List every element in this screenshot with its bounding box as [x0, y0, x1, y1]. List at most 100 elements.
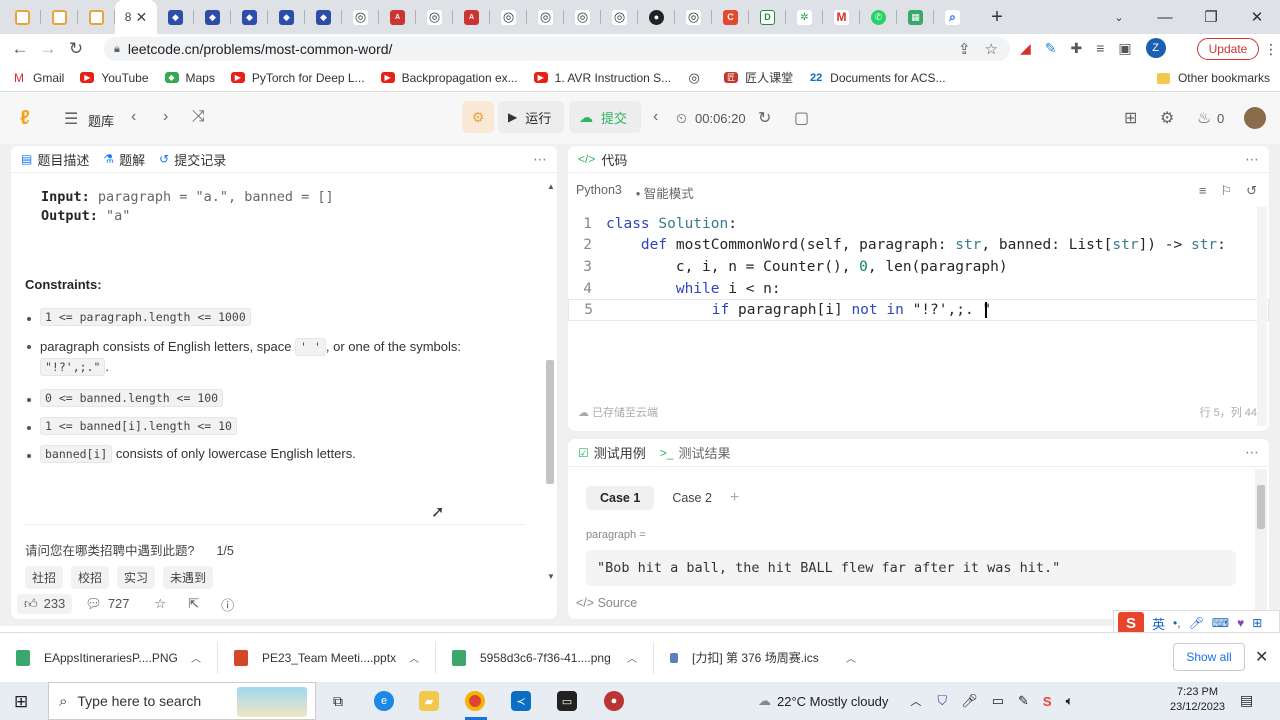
reset-code-icon[interactable]: ↺ — [1246, 183, 1257, 199]
microphone-icon[interactable]: 🎤︎ — [1189, 616, 1204, 630]
extension-icon[interactable]: ✎ — [1045, 40, 1057, 57]
tray-chevron-icon[interactable]: ︿ — [910, 693, 921, 709]
weather-text[interactable]: 22°C Mostly cloudy — [777, 694, 888, 709]
system-clock[interactable]: 7:23 PM 23/12/2023 — [1170, 685, 1225, 715]
layout-grid-icon[interactable]: ⊞ — [1124, 108, 1137, 128]
bookmark-maps[interactable]: ◆ Maps — [164, 71, 215, 85]
browser-tab[interactable]: M — [823, 0, 860, 34]
browser-tab[interactable]: ✲ — [786, 0, 823, 34]
app-icon[interactable]: ● — [604, 691, 624, 711]
maximize-icon[interactable]: ❐ — [1188, 0, 1234, 34]
close-downloads-icon[interactable]: ✕ — [1255, 647, 1268, 667]
punctuation-icon[interactable]: •, — [1173, 616, 1181, 630]
tab-results[interactable]: >_ 测试结果 — [660, 443, 731, 462]
more-options-icon[interactable]: ⋯ — [1245, 151, 1259, 168]
tab-description[interactable]: ▤ 题目描述 — [21, 150, 89, 169]
network-icon[interactable]: ▭ — [992, 693, 1004, 709]
volume-icon[interactable]: 🔈︎ — [1066, 693, 1074, 709]
bookmark-star-icon[interactable]: ☆ — [985, 40, 998, 58]
scrollbar-thumb[interactable] — [1257, 485, 1265, 529]
sogou-tray-icon[interactable]: S — [1043, 694, 1052, 709]
browser-tab[interactable]: ⌕ — [934, 0, 971, 34]
tab-solutions[interactable]: ⚗ 题解 — [103, 150, 145, 169]
file-explorer-icon[interactable]: ▰ — [419, 691, 439, 711]
microphone-icon[interactable]: 🎤︎ — [961, 693, 978, 709]
browser-tab[interactable] — [41, 0, 78, 34]
new-tab-button[interactable]: + — [985, 6, 1009, 29]
star-icon[interactable]: ☆ — [155, 596, 167, 612]
help-icon[interactable]: ⓘ — [221, 595, 234, 614]
problem-list-link[interactable]: 题库 — [88, 111, 114, 130]
tab-testcases[interactable]: ☑ 测试用例 — [578, 443, 646, 462]
browser-tab[interactable] — [78, 0, 115, 34]
browser-tab[interactable]: A — [379, 0, 416, 34]
source-toggle[interactable]: </> Source — [576, 596, 637, 610]
browser-tab[interactable]: ◎ — [601, 0, 638, 34]
sogou-logo-icon[interactable]: S — [1118, 612, 1144, 634]
language-select[interactable]: Python3 — [576, 183, 622, 202]
scrollbar[interactable]: ▲ ▼ — [545, 182, 555, 614]
browser-tab[interactable]: D — [749, 0, 786, 34]
leetcode-logo-icon[interactable]: ℓ — [20, 107, 30, 130]
comments-button[interactable]: 💬︎ 727 — [78, 594, 136, 614]
windows-start-icon[interactable]: ⊞ — [14, 692, 28, 712]
like-button[interactable]: 👍︎ 233 — [17, 594, 73, 614]
acrobat-extension-icon[interactable]: ◢ — [1020, 40, 1031, 57]
chevron-up-icon[interactable]: ︿ — [627, 650, 637, 665]
terminal-icon[interactable]: ▭ — [557, 691, 577, 711]
scrollbar-thumb[interactable] — [546, 360, 554, 484]
shuffle-icon[interactable]: ⤨ — [192, 108, 205, 126]
back-arrow-icon[interactable]: ← — [6, 39, 34, 59]
browser-tab[interactable]: ◆ — [231, 0, 268, 34]
more-options-icon[interactable]: ⋯ — [533, 151, 547, 168]
bookmark-youtube[interactable]: ▶ YouTube — [80, 71, 149, 85]
chevron-up-icon[interactable]: ︿ — [191, 650, 201, 665]
vscode-icon[interactable]: ≺ — [511, 691, 531, 711]
url-bar[interactable]: 🔒︎ leetcode.cn/problems/most-common-word… — [104, 37, 1010, 61]
code-area[interactable]: 1 class Solution: 2 def mostCommonWord(se… — [568, 213, 1269, 321]
more-options-icon[interactable]: ⋯ — [1245, 444, 1259, 461]
run-button[interactable]: ▶ 运行 — [498, 101, 564, 133]
browser-tab[interactable]: ◎ — [490, 0, 527, 34]
other-bookmarks[interactable]: Other bookmarks — [1156, 71, 1270, 85]
browser-tab-active[interactable]: 8 ✕ — [115, 0, 157, 34]
browser-menu-icon[interactable]: ⋮ — [1264, 41, 1278, 58]
browser-tab[interactable]: ◆ — [157, 0, 194, 34]
bookmark-acs[interactable]: 22 Documents for ACS... — [809, 71, 946, 85]
format-icon[interactable]: ≡ — [1199, 183, 1207, 199]
browser-tab[interactable]: ◎ — [527, 0, 564, 34]
bookmark-globe[interactable]: ◎ — [687, 70, 708, 85]
browser-tab[interactable]: ◎ — [342, 0, 379, 34]
close-tab-icon[interactable]: ✕ — [135, 9, 147, 26]
forward-arrow-icon[interactable]: → — [34, 39, 62, 59]
share-icon[interactable]: ⇱ — [188, 596, 199, 612]
survey-option[interactable]: 实习 — [117, 566, 156, 589]
survey-option[interactable]: 社招 — [25, 566, 64, 589]
timer-display[interactable]: 00:06:20 — [695, 111, 746, 126]
profile-avatar[interactable]: Z — [1145, 38, 1166, 58]
debug-icon[interactable]: ⚙ — [462, 101, 494, 133]
prev-problem-icon[interactable]: ‹ — [131, 108, 136, 126]
reading-list-icon[interactable]: ≡ — [1096, 40, 1104, 56]
browser-tab[interactable]: ▦ — [897, 0, 934, 34]
reload-icon[interactable]: ↻ — [62, 39, 90, 59]
settings-gear-icon[interactable]: ⚙ — [1160, 108, 1174, 128]
chevron-up-icon[interactable]: ︿ — [846, 650, 856, 665]
taskbar-search[interactable]: ⌕ Type here to search — [48, 682, 316, 720]
browser-tab[interactable]: ✆ — [860, 0, 897, 34]
smart-mode-toggle[interactable]: • 智能模式 — [636, 183, 694, 202]
shield-icon[interactable]: ⛉ — [937, 693, 947, 709]
skin-icon[interactable]: ♥ — [1237, 616, 1244, 630]
bookmark-icon[interactable]: ⚐ — [1220, 183, 1232, 199]
survey-option[interactable]: 未遇到 — [163, 566, 214, 589]
update-button[interactable]: Update — [1197, 38, 1259, 60]
task-view-icon[interactable]: ⧉ — [328, 691, 348, 711]
reset-timer-icon[interactable]: ↻ — [758, 108, 771, 128]
browser-tab[interactable]: ◆ — [268, 0, 305, 34]
side-panel-icon[interactable]: ▣ — [1118, 40, 1131, 57]
survey-option[interactable]: 校招 — [71, 566, 110, 589]
puzzle-extensions-icon[interactable]: ✚ — [1071, 40, 1083, 57]
download-item[interactable]: EAppsItinerariesP....PNG ︿ — [0, 641, 218, 674]
scroll-up-icon[interactable]: ▲ — [547, 182, 555, 191]
browser-tab[interactable]: ◎ — [675, 0, 712, 34]
